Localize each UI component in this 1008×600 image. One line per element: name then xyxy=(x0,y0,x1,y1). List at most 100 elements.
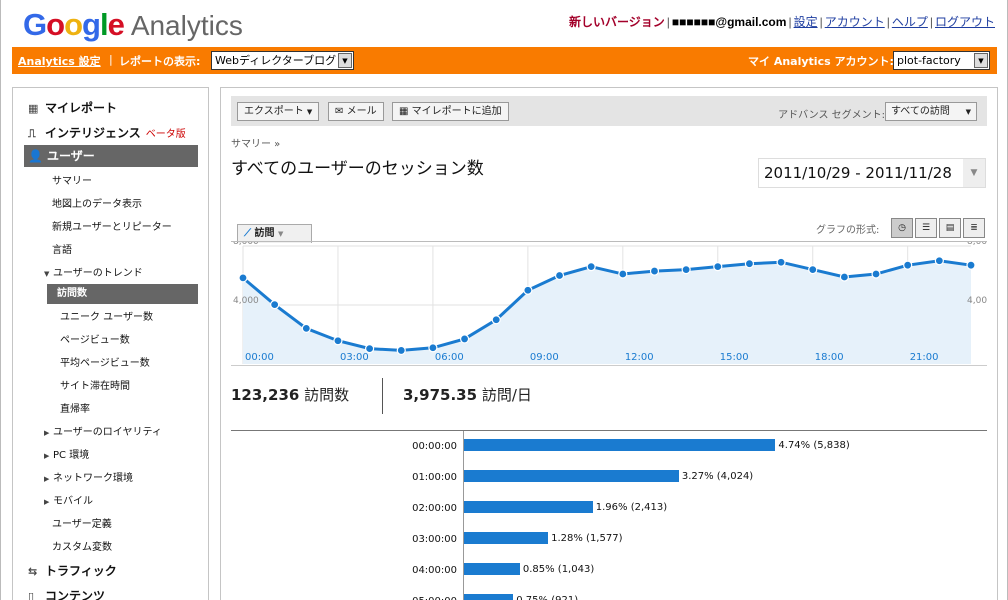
table-row: 01:00:00 3.27% (4,024) xyxy=(231,462,987,493)
row-label: 03:00:00 xyxy=(412,534,457,545)
chart-point xyxy=(428,343,438,353)
timeline-format-button[interactable]: ◷ xyxy=(891,218,913,238)
triangle-right-icon: ▶ xyxy=(44,475,50,483)
sidebar-intelligence[interactable]: ⎍ インテリジェンス ベータ版 xyxy=(28,124,186,141)
list-format-button[interactable]: ▤ xyxy=(939,218,961,238)
sidebar-traffic[interactable]: ⇆ トラフィック xyxy=(28,562,117,579)
main-panel: エクスポート ▼ ✉ メール ▦ マイレポートに追加 アドバンス セグメント: … xyxy=(220,87,998,600)
mail-button[interactable]: ✉ メール xyxy=(328,102,384,121)
add-my-report-button[interactable]: ▦ マイレポートに追加 xyxy=(392,102,509,121)
sidebar-item[interactable]: 言語 xyxy=(52,241,72,256)
chart-point xyxy=(554,270,565,281)
help-link[interactable]: ヘルプ xyxy=(892,15,928,29)
sidebar-item[interactable]: カスタム変数 xyxy=(52,538,112,553)
triangle-right-icon: ▶ xyxy=(44,498,50,506)
chevron-down-icon: ▼ xyxy=(338,53,352,68)
chevron-down-icon: ▼ xyxy=(963,159,985,187)
sidebar: ▦ マイレポート ⎍ インテリジェンス ベータ版 👤 ユーザー サマリー地図上のデータ表… xyxy=(12,87,209,600)
sidebar-item[interactable]: サマリー xyxy=(52,172,92,187)
table-format-button[interactable]: ☰ xyxy=(915,218,937,238)
triangle-right-icon: ▶ xyxy=(44,429,50,437)
table-row: 05:00:00 0.75% (921) xyxy=(231,586,987,600)
sidebar-item[interactable]: ▶ PC 環境 xyxy=(44,446,89,461)
sidebar-item[interactable]: 地図上のデータ表示 xyxy=(52,195,142,210)
x-tick-label: 00:00 xyxy=(245,352,274,363)
visits-chart: 8,000 8,000 4,000 4,000 00:00 03:00 06:00 09:00… xyxy=(231,237,993,366)
y-tick-label-right: 8,000 xyxy=(967,242,987,247)
export-button[interactable]: エクスポート ▼ xyxy=(237,102,320,121)
table-row: 00:00:00 4.74% (5,838) xyxy=(231,431,987,462)
chart-point xyxy=(681,265,691,275)
date-range-picker[interactable]: 2011/10/29 - 2011/11/28 ▼ xyxy=(758,158,986,188)
sidebar-item[interactable]: ユーザー定義 xyxy=(52,515,112,530)
sidebar-item[interactable]: ▶ ユーザーのロイヤリティ xyxy=(44,423,162,438)
logo-google: Google xyxy=(23,7,125,42)
sidebar-users[interactable]: 👤 ユーザー xyxy=(24,145,198,167)
user-icon: 👤 xyxy=(28,149,43,163)
x-tick-label: 18:00 xyxy=(815,352,844,363)
row-label: 00:00:00 xyxy=(412,441,457,452)
x-tick-label: 06:00 xyxy=(435,352,464,363)
sidebar-item[interactable]: ページビュー数 xyxy=(60,331,130,346)
sidebar-item[interactable]: ▶ モバイル xyxy=(44,492,93,507)
row-bar xyxy=(464,594,514,600)
account-link[interactable]: アカウント xyxy=(825,15,885,29)
chart-point xyxy=(396,345,406,356)
hourly-visits-table: 00:00:00 4.74% (5,838) 01:00:00 3.27% (4,02… xyxy=(231,430,987,600)
sidebar-item[interactable]: 新規ユーザーとリピーター xyxy=(52,218,172,233)
table-row: 02:00:00 1.96% (2,413) xyxy=(231,493,987,524)
chart-point xyxy=(649,266,660,276)
sidebar-item[interactable]: 訪問数 xyxy=(47,284,198,304)
breadcrumb[interactable]: サマリー » xyxy=(231,135,280,150)
sidebar-my-report[interactable]: ▦ マイレポート xyxy=(28,99,117,116)
chart-point xyxy=(301,323,311,334)
analytics-settings-link[interactable]: Analytics 設定 xyxy=(18,53,101,69)
sidebar-item[interactable]: 直帰率 xyxy=(60,400,90,415)
sidebar-content[interactable]: ▯ コンテンツ xyxy=(28,587,105,600)
chart-point xyxy=(270,300,280,310)
stat-divider xyxy=(382,378,383,414)
table-row: 04:00:00 0.85% (1,043) xyxy=(231,555,987,586)
row-value: 0.75% (921) xyxy=(516,595,578,600)
segment-select[interactable]: すべての訪問 ▼ xyxy=(885,102,977,121)
traffic-icon: ⇆ xyxy=(28,565,38,578)
logout-link[interactable]: ログアウト xyxy=(935,15,995,29)
analytics-page: Google Analytics 新しいバージョン | ■■■■■■@gmail.co… xyxy=(0,0,1008,600)
chart-point xyxy=(491,315,501,325)
google-analytics-logo[interactable]: Google Analytics xyxy=(23,8,243,43)
x-tick-label: 12:00 xyxy=(625,352,654,363)
table-icon: ☰ xyxy=(921,223,931,233)
sidebar-item[interactable]: ▼ ユーザーのトレンド xyxy=(44,264,143,279)
new-version-link[interactable]: 新しいバージョン xyxy=(569,15,665,29)
visits-chart-svg: 8,000 8,000 4,000 4,000 00:00 03:00 06:00 09:00… xyxy=(233,237,993,364)
x-tick-label: 21:00 xyxy=(910,352,939,363)
chart-point xyxy=(618,269,628,279)
report-select[interactable]: Webディレクターブログ ▼ xyxy=(211,51,354,70)
chart-point xyxy=(776,257,786,267)
grid-icon: ▦ xyxy=(28,102,39,115)
graph-format-label: グラフの形式: xyxy=(816,225,880,236)
settings-link[interactable]: 設定 xyxy=(794,15,818,29)
chevron-down-icon: ▼ xyxy=(974,53,988,68)
row-bar xyxy=(464,470,679,482)
triangle-down-icon: ▼ xyxy=(44,270,50,278)
sidebar-item[interactable]: ユニーク ユーザー数 xyxy=(60,308,153,323)
x-tick-label: 15:00 xyxy=(720,352,749,363)
sidebar-item[interactable]: 平均ページビュー数 xyxy=(60,354,150,369)
chevron-down-icon: ▼ xyxy=(306,108,313,116)
user-email: ■■■■■■@gmail.com xyxy=(671,15,787,29)
page-title: すべてのユーザーのセッション数 xyxy=(231,159,484,179)
sidebar-item[interactable]: ▶ ネットワーク環境 xyxy=(44,469,133,484)
beta-badge: ベータ版 xyxy=(145,129,186,140)
chart-point xyxy=(238,273,248,283)
chart-point xyxy=(839,272,849,282)
stat-total-visits: 123,236 訪問数 xyxy=(231,386,350,404)
chart-point xyxy=(713,262,723,272)
detail-format-button[interactable]: ≣ xyxy=(963,218,985,238)
chart-point xyxy=(966,260,976,270)
report-display-label: レポートの表示: xyxy=(119,55,201,68)
account-select[interactable]: plot-factory ▼ xyxy=(893,51,990,70)
sidebar-item[interactable]: サイト滞在時間 xyxy=(60,377,130,392)
row-value: 1.28% (1,577) xyxy=(551,533,623,544)
chart-point xyxy=(871,269,881,279)
